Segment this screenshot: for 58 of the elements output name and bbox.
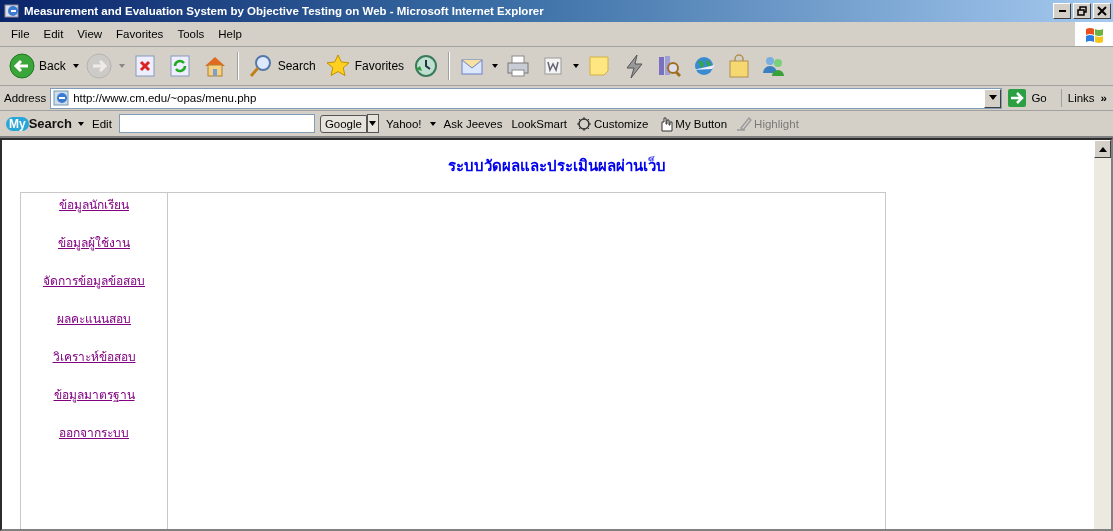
gear-icon xyxy=(576,115,592,132)
search-engine-button[interactable]: Google xyxy=(319,114,367,133)
scrollbar[interactable] xyxy=(1094,140,1111,529)
go-arrow-icon xyxy=(1008,89,1027,107)
caret-icon[interactable] xyxy=(492,64,499,68)
mysearch-logo[interactable]: My Search xyxy=(6,116,73,131)
menu-item[interactable]: Help xyxy=(211,28,249,40)
pen-icon xyxy=(736,115,753,132)
search-icon xyxy=(247,53,274,79)
nav-link[interactable]: ข้อมูลมาตรฐาน xyxy=(53,385,135,404)
scroll-up-button[interactable] xyxy=(1094,140,1111,158)
caret-icon xyxy=(369,121,377,126)
caret-icon[interactable] xyxy=(429,121,436,126)
search-field[interactable] xyxy=(118,114,315,133)
go-button[interactable]: Go xyxy=(1006,89,1062,107)
favorites-button[interactable]: Favorites xyxy=(321,51,408,81)
caret-icon xyxy=(988,95,997,101)
menu-item[interactable]: Tools xyxy=(170,28,212,40)
search-link[interactable]: LookSmart xyxy=(509,117,569,130)
nav-link[interactable]: จัดการข้อมูลข้อสอบ xyxy=(43,271,145,290)
star-icon xyxy=(324,53,351,79)
search-button[interactable]: Search xyxy=(244,51,319,81)
browser-logo-icon xyxy=(4,3,20,19)
nav-link[interactable]: ผลคะแนนสอบ xyxy=(57,309,131,328)
search-link[interactable]: Ask Jeeves xyxy=(441,117,505,130)
links-button[interactable]: Links xyxy=(1065,92,1097,104)
restore-button[interactable] xyxy=(1073,3,1091,19)
toolbar-button[interactable]: Customize xyxy=(574,115,651,132)
page-heading: ระบบวัดผลและประเมินผลผ่านเว็บ xyxy=(447,155,667,176)
menu-item[interactable]: View xyxy=(70,28,110,40)
books-magnifier-icon xyxy=(656,53,683,79)
toolbar-button[interactable]: My Button xyxy=(655,115,730,132)
close-icon xyxy=(1097,6,1107,16)
windows-flag-icon xyxy=(1084,25,1104,43)
caret-icon[interactable] xyxy=(78,121,85,126)
menu-item[interactable]: Favorites xyxy=(109,28,171,40)
nav-link[interactable]: วิเคราะห์ข้อสอบ xyxy=(52,347,136,366)
menu-item[interactable]: File xyxy=(4,28,37,40)
nav-link[interactable]: ออกจากระบบ xyxy=(59,423,129,442)
caret-icon[interactable] xyxy=(573,64,580,68)
minimize-button[interactable] xyxy=(1053,3,1071,19)
caret-icon[interactable] xyxy=(72,64,79,68)
restore-icon xyxy=(1077,6,1087,16)
back-button[interactable]: Back xyxy=(6,51,69,81)
caret-icon xyxy=(1098,146,1107,152)
menu-item[interactable]: Edit xyxy=(36,28,71,40)
chevron-button[interactable]: » xyxy=(1100,92,1113,104)
minimize-icon xyxy=(1058,10,1066,12)
address-label: Address xyxy=(4,92,47,104)
printer-icon xyxy=(505,53,532,79)
nav-link[interactable]: ข้อมูลผู้ใช้งาน xyxy=(58,233,130,252)
close-button[interactable] xyxy=(1093,3,1111,19)
window-title: Measurement and Evaluation System by Objective Testing on Web - Microsoft Internet Explorer xyxy=(24,5,545,17)
page-icon xyxy=(53,90,70,106)
address-field[interactable]: http://www.cm.edu/~opas/menu.php xyxy=(50,87,1003,109)
edit-button[interactable]: Edit xyxy=(90,117,114,130)
search-link[interactable]: Yahoo! xyxy=(383,117,424,130)
nav-link[interactable]: ข้อมูลนักเรียน xyxy=(59,195,129,214)
